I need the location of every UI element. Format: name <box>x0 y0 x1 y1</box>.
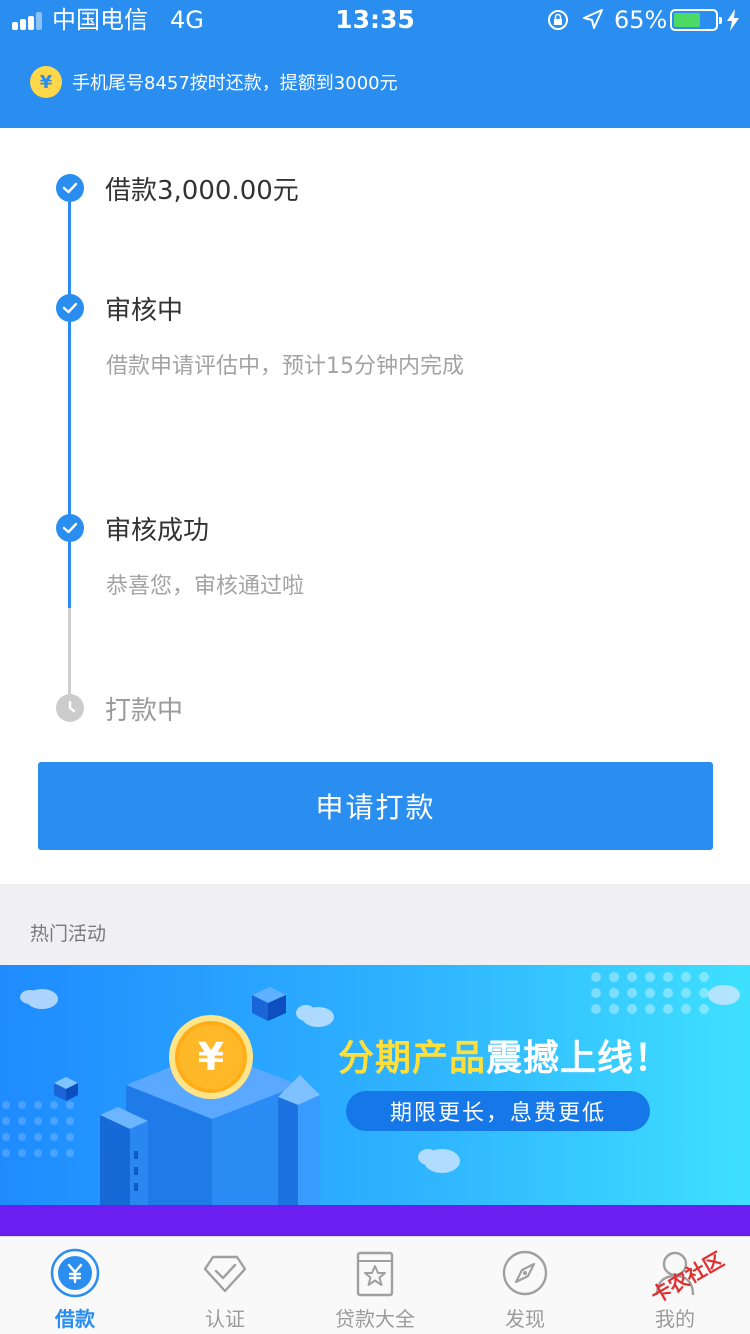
battery-percent: 65% <box>614 6 668 34</box>
loan-progress-timeline: 借款3,000.00元 审核中 借款申请评估中，预计15分钟内完成 审核成功 恭… <box>0 128 750 884</box>
tab-label: 借款 <box>55 1307 95 1331</box>
charging-bolt-icon <box>727 9 739 31</box>
step-check-icon <box>56 174 84 202</box>
timeline-line-complete <box>68 188 71 608</box>
step-check-icon <box>56 514 84 542</box>
tab-discover[interactable]: 发现 <box>450 1237 600 1334</box>
tab-label: 贷款大全 <box>335 1307 415 1331</box>
section-title: 热门活动 <box>30 923 107 945</box>
step-title-approved: 审核成功 <box>105 516 210 546</box>
top-header: 中国电信 4G 13:35 65% ¥ 手机尾号8457按时还款，提额到3000… <box>0 0 750 128</box>
battery-icon <box>670 9 722 31</box>
yen-coin-icon: ¥ <box>197 1035 225 1079</box>
step-title-reviewing: 审核中 <box>105 296 184 326</box>
verify-check-icon <box>203 1255 247 1293</box>
loan-yen-icon <box>50 1248 100 1298</box>
timeline-line-pending <box>68 608 71 708</box>
rotation-lock-icon <box>548 10 568 30</box>
tab-loan[interactable]: 借款 <box>0 1237 150 1334</box>
loan-catalog-icon <box>356 1251 394 1297</box>
installment-promo-banner[interactable]: ¥ 分期产品震撼上线！ 期限更长，息费更低 <box>0 965 750 1205</box>
location-arrow-icon <box>583 9 603 29</box>
status-bar: 中国电信 4G 13:35 65% <box>0 0 750 40</box>
banner-illustration <box>2 972 740 1205</box>
step-clock-icon <box>56 694 84 722</box>
step-title-disbursing: 打款中 <box>105 696 184 726</box>
step-desc-reviewing: 借款申请评估中，预计15分钟内完成 <box>106 354 464 379</box>
banner-title-rest: 震撼上线！ <box>486 1038 672 1079</box>
tab-verify[interactable]: 认证 <box>150 1237 300 1334</box>
promo-strip[interactable] <box>0 1205 750 1236</box>
tab-label: 认证 <box>205 1307 245 1331</box>
bottom-tab-bar: 借款 认证 贷款大全 发现 我的 <box>0 1236 750 1334</box>
yen-coin-icon: ¥ <box>30 66 62 98</box>
banner-title-highlight: 分期产品 <box>338 1038 487 1079</box>
banner-title: 分期产品震撼上线！ <box>338 1029 671 1081</box>
hot-activities-header: 热门活动 <box>0 884 750 965</box>
apply-disbursement-button[interactable]: 申请打款 <box>38 762 713 850</box>
step-check-icon <box>56 294 84 322</box>
compass-icon <box>502 1250 548 1296</box>
tab-loan-catalog[interactable]: 贷款大全 <box>300 1237 450 1334</box>
step-title-loan-amount: 借款3,000.00元 <box>105 176 299 206</box>
banner-tagline: 期限更长，息费更低 <box>346 1091 650 1131</box>
notice-text: 手机尾号8457按时还款，提额到3000元 <box>72 73 398 94</box>
repayment-notice[interactable]: ¥ 手机尾号8457按时还款，提额到3000元 <box>30 66 398 98</box>
step-desc-approved: 恭喜您，审核通过啦 <box>106 574 305 599</box>
tab-label: 发现 <box>505 1307 545 1331</box>
